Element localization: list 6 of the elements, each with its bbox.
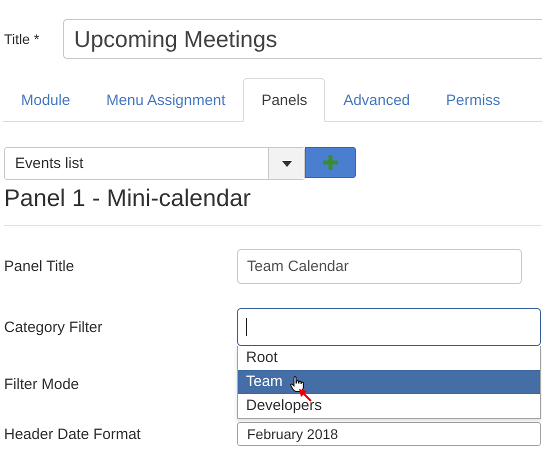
field-label: Category Filter: [4, 318, 104, 336]
panel-heading: Panel 1 - Mini-calendar: [4, 184, 252, 214]
field-label: Panel Title: [4, 258, 76, 275]
field-label: Header Date Format: [4, 426, 142, 442]
field-label: Filter Mode: [4, 376, 80, 392]
title-label: Title *: [4, 31, 40, 47]
